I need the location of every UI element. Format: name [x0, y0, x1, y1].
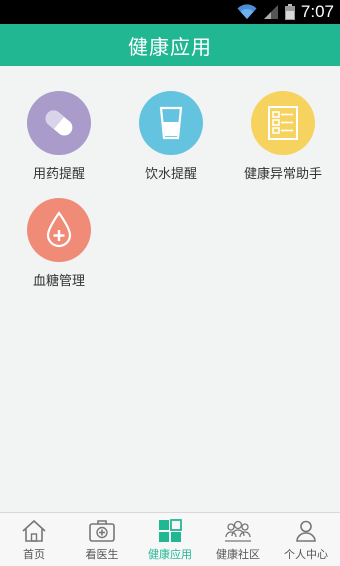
app-label: 健康异常助手: [243, 167, 322, 182]
nav-health-community[interactable]: 健康社区: [204, 513, 272, 566]
water-glass-icon: [159, 106, 183, 140]
checklist-icon: [268, 106, 298, 140]
nav-label: 健康社区: [216, 548, 260, 561]
status-time: 7:07: [300, 2, 334, 21]
app-label: 用药提醒: [32, 167, 85, 182]
nav-label: 首页: [23, 548, 45, 561]
app-grid: 用药提醒 饮水提醒 健康异常助手 血糖管理: [0, 66, 340, 512]
apps-grid-icon: [159, 519, 182, 542]
nav-label: 健康应用: [148, 548, 192, 561]
app-icon-circle: [251, 91, 315, 155]
app-header: 健康应用: [0, 24, 340, 66]
nav-home[interactable]: 首页: [0, 513, 68, 566]
app-label: 饮水提醒: [144, 167, 197, 182]
nav-see-doctor[interactable]: 看医生: [68, 513, 136, 566]
battery-icon: [284, 4, 295, 20]
app-icon-circle: [139, 91, 203, 155]
app-label: 血糖管理: [32, 274, 85, 289]
app-blood-sugar-management[interactable]: 血糖管理: [3, 198, 115, 298]
app-health-abnormality-assistant[interactable]: 健康异常助手: [227, 91, 339, 191]
nav-personal-center[interactable]: 个人中心: [272, 513, 340, 566]
medical-kit-icon: [89, 520, 115, 542]
home-icon: [22, 519, 46, 542]
status-bar: 7:07: [0, 0, 340, 24]
page-title: 健康应用: [128, 34, 212, 59]
app-icon-circle: [27, 91, 91, 155]
community-icon: [225, 520, 251, 542]
nav-health-apps[interactable]: 健康应用: [136, 513, 204, 566]
pill-icon: [45, 110, 73, 136]
person-icon: [296, 520, 316, 542]
signal-icon: [263, 5, 278, 19]
app-medication-reminder[interactable]: 用药提醒: [3, 91, 115, 191]
nav-label: 看医生: [85, 548, 119, 561]
app-water-reminder[interactable]: 饮水提醒: [115, 91, 227, 191]
bottom-nav: 首页 看医生 健康应用 健康社区 个人中心: [0, 512, 340, 566]
blood-drop-icon: [46, 211, 72, 248]
wifi-icon: [237, 4, 257, 20]
app-icon-circle: [27, 198, 91, 262]
nav-label: 个人中心: [284, 548, 328, 561]
